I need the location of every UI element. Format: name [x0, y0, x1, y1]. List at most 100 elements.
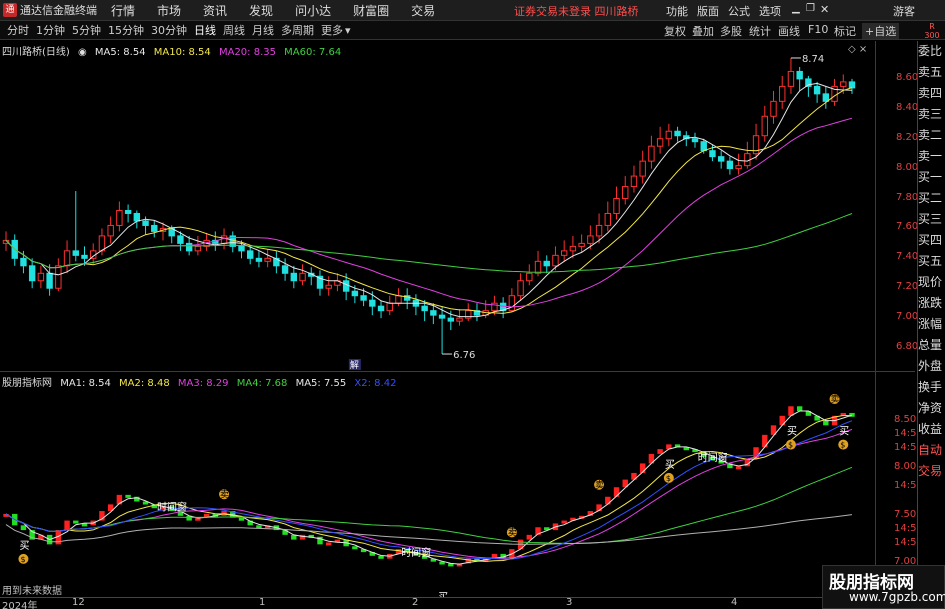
- side-item[interactable]: 外盘: [918, 356, 945, 377]
- period-5min[interactable]: 5分钟: [72, 22, 101, 38]
- menu-formula[interactable]: 公式: [728, 3, 750, 19]
- title-bar: 通 通达信金融终端 行情 市场 资讯 发现 问小达 财富圈 交易 证券交易未登录…: [0, 0, 945, 21]
- price-axis-tick: 7.80: [896, 191, 919, 203]
- candle-body: [151, 224, 158, 232]
- eye-icon[interactable]: ◉: [78, 47, 87, 58]
- candle-body: [377, 305, 385, 312]
- tool-draw[interactable]: 画线: [778, 23, 800, 39]
- side-item[interactable]: 买四: [918, 230, 945, 251]
- price-axis-tick: 8.00: [896, 161, 919, 173]
- side-item[interactable]: 委比: [918, 41, 945, 62]
- side-item[interactable]: 净资: [918, 398, 945, 419]
- candle-body: [622, 186, 629, 200]
- menu-discover[interactable]: 发现: [249, 2, 273, 19]
- period-15min[interactable]: 15分钟: [108, 22, 144, 38]
- candle-body: [264, 257, 271, 262]
- candle-body: [726, 160, 734, 170]
- watermark-url: www.7gpzb.com: [849, 590, 945, 604]
- tool-adjust[interactable]: 复权: [664, 23, 686, 39]
- close-icon[interactable]: ✕: [820, 3, 829, 16]
- period-monthly[interactable]: 月线: [252, 22, 274, 38]
- menu-layout[interactable]: 版面: [697, 3, 719, 19]
- menu-function[interactable]: 功能: [666, 3, 688, 19]
- ma-line-ma5: [5, 82, 853, 318]
- side-item[interactable]: 收益: [918, 419, 945, 440]
- period-more[interactable]: 更多: [321, 22, 343, 38]
- side-item[interactable]: 涨跌: [918, 293, 945, 314]
- side-item[interactable]: 自动: [918, 440, 945, 461]
- ma5-legend: MA5: 8.54: [94, 47, 146, 58]
- side-item[interactable]: 买三: [918, 209, 945, 230]
- indicator-axis-tick: 8.50: [894, 413, 917, 425]
- login-notice[interactable]: 证券交易未登录 四川路桥: [514, 3, 639, 19]
- indicator-panel-legend: 股朋指标网 MA1: 8.54 MA2: 8.48 MA3: 8.29 MA4:…: [2, 374, 401, 389]
- side-item[interactable]: 买五: [918, 251, 945, 272]
- menu-exchange[interactable]: 市场: [157, 2, 181, 19]
- panel-config-icon[interactable]: ◇ ×: [848, 44, 867, 55]
- sell-signal: 卖: [508, 527, 517, 538]
- indicator-chart[interactable]: 买$买$买$买$买$卖卖卖卖时间窗时间窗时间窗: [0, 372, 875, 609]
- period-1min[interactable]: 1分钟: [36, 22, 65, 38]
- period-daily[interactable]: 日线: [194, 22, 216, 38]
- price-axis: 8.60 8.40 8.20 8.00 7.80 7.60 7.40 7.20 7.00 6.80: [876, 41, 919, 371]
- indicator-bar: [125, 494, 131, 498]
- side-item[interactable]: 卖二: [918, 125, 945, 146]
- menu-options[interactable]: 选项: [759, 3, 781, 19]
- side-item[interactable]: 现价: [918, 272, 945, 293]
- side-item[interactable]: 卖三: [918, 104, 945, 125]
- side-item[interactable]: 卖五: [918, 62, 945, 83]
- side-item[interactable]: 交易: [918, 461, 945, 482]
- candle-body: [761, 115, 768, 137]
- indicator-bar: [73, 520, 79, 524]
- period-multi[interactable]: 多周期: [281, 22, 314, 38]
- candle-body: [360, 295, 367, 301]
- add-watchlist-button[interactable]: +自选: [862, 23, 900, 39]
- ma10-legend: MA10: 8.54: [153, 47, 211, 58]
- restore-icon[interactable]: ❐: [806, 3, 815, 14]
- coin-symbol: $: [788, 441, 793, 450]
- side-item[interactable]: 买二: [918, 188, 945, 209]
- price-chart-panel[interactable]: 8.74 6.76 解 四川路桥(日线) ◉ MA5: 8.54 MA10: 8.5…: [0, 41, 875, 371]
- candle-body: [351, 290, 359, 297]
- candle-body: [369, 299, 376, 307]
- indicator-axis-tick: 7.50: [894, 508, 917, 520]
- indicator-line-ma1: [5, 410, 853, 565]
- tool-multistock[interactable]: 多股: [720, 23, 742, 39]
- side-item[interactable]: 总量: [918, 335, 945, 356]
- candle-body: [613, 198, 620, 214]
- side-item[interactable]: 换手: [918, 377, 945, 398]
- period-weekly[interactable]: 周线: [223, 22, 245, 38]
- period-tick[interactable]: 分时: [7, 22, 29, 38]
- price-axis-tick: 6.80: [896, 341, 919, 353]
- side-item[interactable]: 涨幅: [918, 314, 945, 335]
- menu-ask[interactable]: 问小达: [295, 2, 331, 19]
- side-item[interactable]: 卖四: [918, 83, 945, 104]
- side-item[interactable]: 卖一: [918, 146, 945, 167]
- candlestick-chart[interactable]: 8.74 6.76 解: [0, 41, 875, 371]
- indicator-chart-panel[interactable]: 买$买$买$买$买$卖卖卖卖时间窗时间窗时间窗 股朋指标网 MA1: 8.54 …: [0, 372, 875, 609]
- indicator-bar: [352, 546, 358, 550]
- period-30min[interactable]: 30分钟: [151, 22, 187, 38]
- low-price-label: 6.76: [453, 350, 475, 361]
- guest-button[interactable]: 游客: [893, 3, 915, 19]
- buy-signal: 买: [665, 459, 675, 471]
- menu-news[interactable]: 资讯: [203, 2, 227, 19]
- price-axis-tick: 7.00: [896, 311, 919, 323]
- menu-wealth[interactable]: 财富圈: [353, 2, 389, 19]
- tool-f10[interactable]: F10: [808, 23, 828, 36]
- tool-overlay[interactable]: 叠加: [692, 23, 714, 39]
- candle-body: [81, 254, 88, 259]
- tool-mark[interactable]: 标记: [834, 23, 856, 39]
- indicator-bar: [796, 406, 803, 412]
- indicator-bar: [299, 534, 306, 540]
- menu-market[interactable]: 行情: [111, 2, 135, 19]
- indicator-bar: [325, 542, 332, 546]
- chevron-down-icon[interactable]: ▾: [345, 24, 351, 37]
- menu-trade[interactable]: 交易: [411, 2, 435, 19]
- price-axis-tick: 8.20: [896, 131, 919, 143]
- candle-body: [735, 165, 742, 170]
- side-item[interactable]: 买一: [918, 167, 945, 188]
- tool-stats[interactable]: 统计: [749, 23, 771, 39]
- candle-body: [534, 260, 542, 274]
- minimize-icon[interactable]: ▁: [792, 3, 800, 14]
